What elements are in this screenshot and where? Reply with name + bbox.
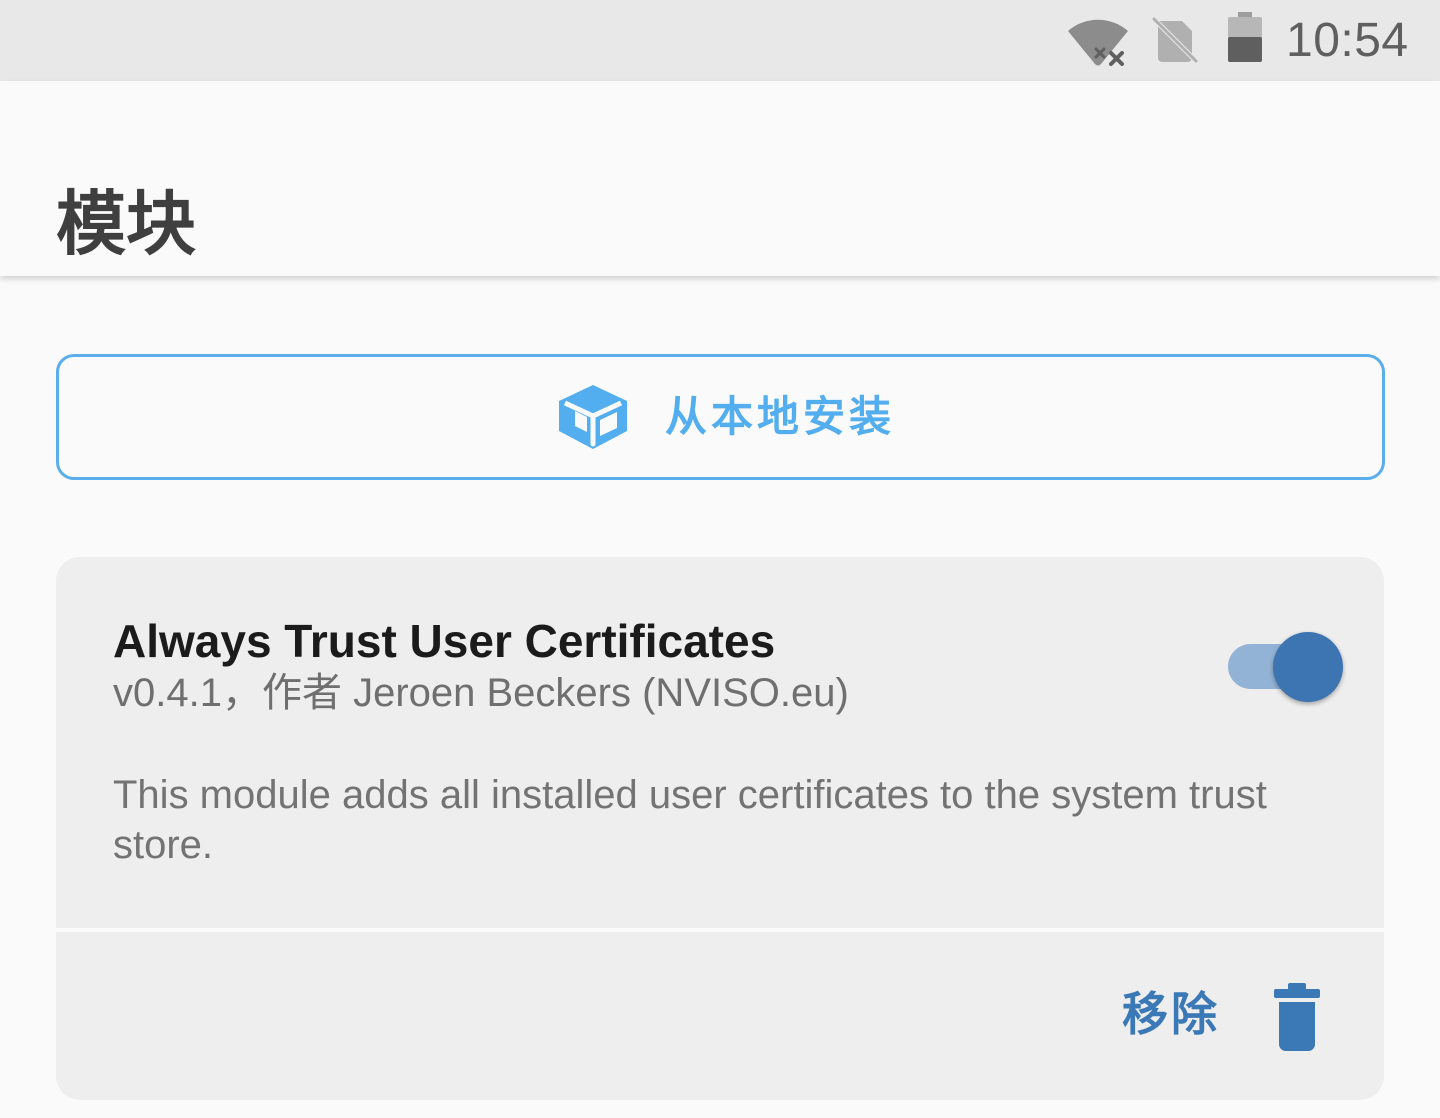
card-divider — [56, 928, 1384, 932]
status-bar: 10:54 — [0, 0, 1440, 81]
toggle-thumb — [1273, 632, 1343, 702]
package-icon — [559, 385, 627, 449]
wifi-off-icon — [1068, 19, 1128, 66]
app-bar: 模块 — [0, 81, 1440, 276]
module-card: Always Trust User Certificates v0.4.1，作者… — [56, 557, 1384, 1100]
module-meta: v0.4.1，作者 Jeroen Beckers (NVISO.eu) — [113, 671, 849, 715]
module-enabled-toggle[interactable] — [1228, 631, 1344, 703]
status-time: 10:54 — [1286, 14, 1409, 67]
install-from-local-label: 从本地安装 — [665, 392, 896, 441]
trash-icon — [1274, 983, 1320, 1051]
remove-module-button[interactable]: 移除 — [1118, 977, 1328, 1053]
module-description: This module adds all installed user cert… — [113, 773, 1267, 867]
battery-icon — [1228, 12, 1262, 62]
no-sim-icon — [1151, 16, 1199, 64]
remove-module-label: 移除 — [1122, 987, 1220, 1041]
page-title: 模块 — [56, 182, 196, 265]
install-from-local-button[interactable]: 从本地安装 — [56, 354, 1385, 480]
module-title: Always Trust User Certificates — [113, 615, 776, 667]
